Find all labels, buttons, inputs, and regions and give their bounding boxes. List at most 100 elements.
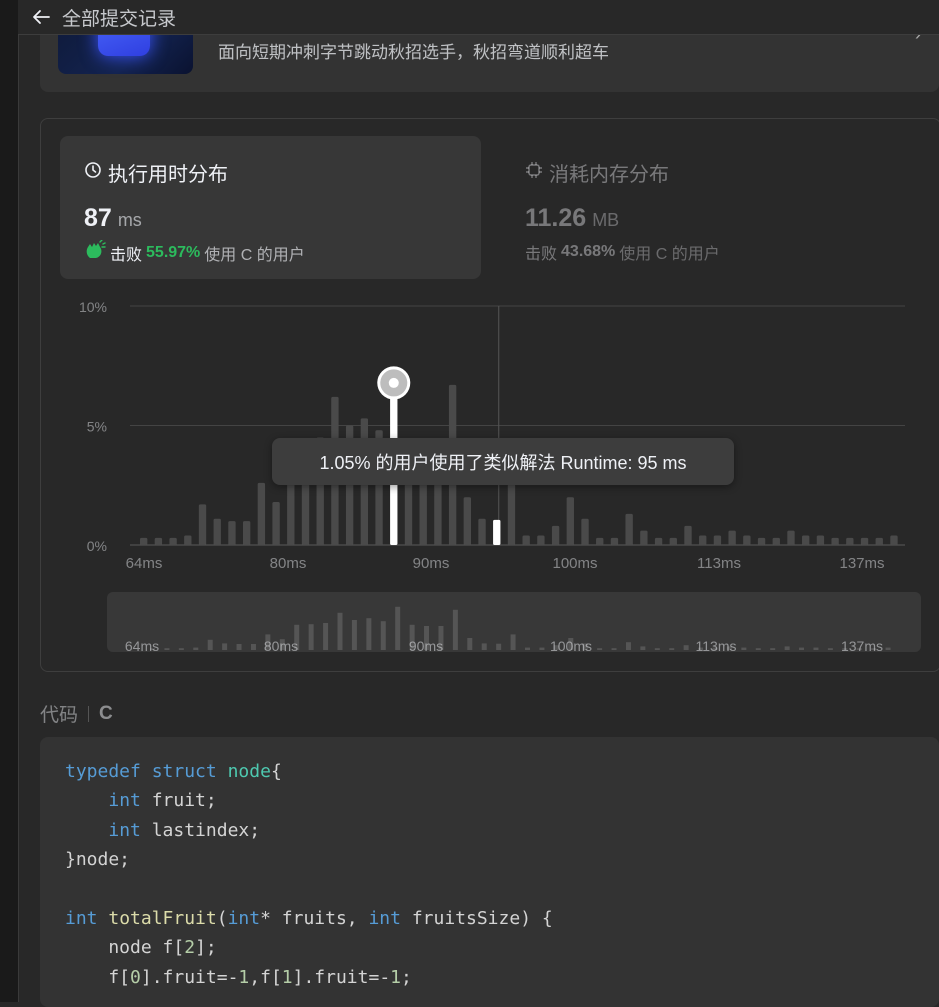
chart-bar [478,518,486,545]
brush-bar [525,647,530,650]
chart-bar [493,519,501,545]
chart-bar [228,521,236,545]
brush-bar [799,647,805,650]
brush-bar [625,642,631,650]
current-marker-center [388,377,399,388]
brush-bar [784,646,790,650]
chart-bar [257,482,266,545]
brush-bar [885,647,891,650]
chart-bar [728,530,736,545]
chart-tooltip: 1.05% 的用户使用了类似解法 Runtime: 95 ms [272,438,734,485]
code-label: 代码 [40,705,79,726]
brush-bar [654,648,660,650]
brush-bar [827,648,833,650]
brush-bar [308,624,314,650]
brush-tick-label: 100ms [550,638,592,654]
chart-bar [875,537,883,545]
brush-bar [741,647,747,650]
chart-bar [757,537,766,545]
code-content: typedef struct node{ int fruit; int last… [65,761,553,988]
brush-bar [380,621,386,650]
chart-bar [890,535,898,545]
x-tick-label: 64ms [126,555,163,572]
brush-bar [597,648,603,650]
chart-bar [654,537,663,545]
brush-bar [250,644,256,650]
y-tick-label: 0% [87,538,107,554]
runtime-distribution-chart[interactable]: 10% 5% 0% 64ms 80ms 90ms 100ms 113ms 137ms 64ms 80… [0,0,939,680]
brush-bar [178,648,184,650]
chart-bar [184,535,192,545]
brush-bar [452,609,458,650]
brush-bar [510,634,516,650]
chart-bar [610,537,619,545]
chart-bar [743,535,751,545]
brush-bar [640,646,646,650]
chart-bar [625,513,633,545]
brush-bar [351,620,357,650]
brush-bar [683,645,689,650]
code-section-label: 代码 C [40,700,113,727]
brush-bar [539,647,545,650]
y-tick-label: 5% [87,419,107,435]
x-tick-label: 90ms [413,555,450,572]
brush-bar [236,644,242,650]
brush-bar [813,647,819,650]
arrow-left-icon[interactable] [26,9,56,25]
brush-bar [755,648,761,650]
chart-bar [522,535,530,545]
chart-bar [831,537,839,545]
x-tick-label: 80ms [270,555,307,572]
brush-tick-label: 80ms [264,638,298,654]
chart-bar [198,504,207,545]
chart-bar [551,525,560,545]
chart-bar [846,537,854,545]
brush-bar [164,648,170,650]
chart-bar [860,537,869,545]
chart-bar [242,521,251,545]
chart-bar [213,518,221,545]
brush-bar [193,647,199,650]
chart-bar [566,497,574,545]
brush-bar [395,606,401,650]
brush-bar [366,618,372,650]
chart-bar [272,501,280,545]
code-viewer[interactable]: typedef struct node{ int fruit; int last… [40,737,939,1007]
brush-bar [323,623,329,650]
brush-bar [222,643,228,650]
chart-bar [640,530,648,545]
x-tick-label: 100ms [552,555,597,572]
brush-bar [669,648,675,650]
brush-bar [611,648,617,650]
page-title: 全部提交记录 [62,8,177,30]
y-tick-label: 10% [79,299,107,315]
x-tick-label: 137ms [839,555,884,572]
chart-bar [787,530,795,545]
brush-tick-label: 137ms [841,638,883,654]
divider [88,705,90,722]
chart-bar [463,497,472,545]
brush-bar [770,648,776,650]
chart-bar [169,537,177,545]
chart-bar [802,535,810,545]
chart-bar [507,482,516,545]
brush-bar [337,612,343,650]
code-language: C [99,702,113,724]
brush-tick-label: 90ms [409,638,443,654]
top-bar: 全部提交记录 [18,0,939,35]
chart-bar [154,537,163,545]
chart-bar [669,537,677,545]
chart-bar [772,537,780,545]
chart-bar [140,537,148,545]
brush-tick-label: 113ms [696,638,737,654]
chart-bar [581,518,589,545]
brush-bar [481,643,487,650]
chart-bar [684,525,692,545]
chart-bar [816,535,825,545]
brush-bar [467,638,473,650]
x-tick-label: 113ms [697,555,741,572]
brush-tick-label: 64ms [125,638,159,654]
chart-bar [596,537,604,545]
brush-bar [496,643,502,650]
chart-bar [699,535,707,545]
